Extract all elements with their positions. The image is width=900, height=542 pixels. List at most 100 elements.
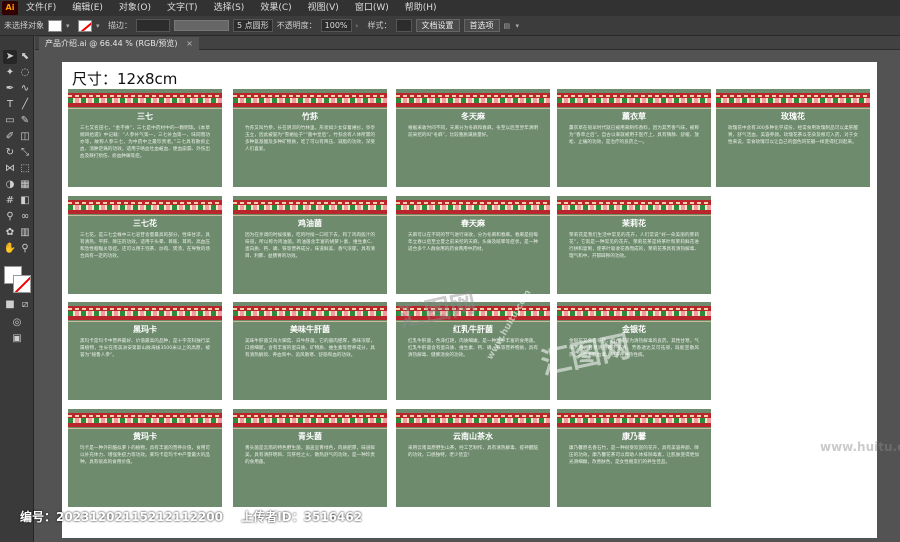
card-description: 薰衣草在很早时代就已被用来制作香料，因为其芳香气味，被称为“香草之后”。自古以来… (569, 126, 699, 145)
zoom-tool-icon[interactable]: ⚲ (18, 242, 32, 256)
image-footer: 编号：20231202115212112200 上传者ID：3516462 (20, 508, 376, 525)
menu-type[interactable]: 文字(T) (159, 0, 206, 16)
selection-tool-icon[interactable]: ➤ (3, 50, 17, 64)
decorative-border (557, 306, 711, 322)
menu-select[interactable]: 选择(S) (206, 0, 253, 16)
menu-help[interactable]: 帮助(H) (397, 0, 445, 16)
screen-mode-icon[interactable]: ▣ (10, 332, 24, 346)
card-description: 美味牛肝菌又叫大脚菇、白牛肝菌，它的菌肉肥厚，香味浓郁，口感细腻，含有丰富的蛋白… (245, 339, 375, 358)
symbol-sprayer-icon[interactable]: ✿ (3, 226, 17, 240)
product-card[interactable]: 康乃馨 康乃馨原名香石竹，是一种很受欢迎的花卉，具有美容养颜、降压的功效。康乃馨花… (557, 409, 711, 507)
document-tab-title: 产品介绍.ai @ 66.44 % (RGB/预览) (45, 39, 178, 48)
menu-file[interactable]: 文件(F) (18, 0, 64, 16)
chevron-right-icon[interactable]: › (356, 22, 364, 30)
color-mode-icon[interactable]: ■ (3, 298, 17, 312)
eraser-icon[interactable]: ◫ (18, 130, 32, 144)
width-tool-icon[interactable]: ⋈ (3, 162, 17, 176)
card-title: 黄玛卡 (133, 432, 157, 441)
line-tool-icon[interactable]: ╱ (18, 98, 32, 112)
type-tool-icon[interactable]: T (3, 98, 17, 112)
card-description: 青头菌是云南的特色野生菌，菌盖呈青绿色，肉质肥厚，味道鲜美，具有清肝明目、泻肝经… (245, 446, 375, 465)
chevron-down-icon[interactable]: ▾ (96, 22, 104, 30)
shape-builder-icon[interactable]: ◑ (3, 178, 17, 192)
blend-tool-icon[interactable]: ∞ (18, 210, 32, 224)
product-card[interactable]: 薰衣草薰衣草在很早时代就已被用来制作香料，因为其芳香气味，被称为“香草之后”。自… (557, 89, 711, 187)
pen-tool-icon[interactable]: ✒ (3, 82, 17, 96)
scale-tool-icon[interactable]: ⤡ (18, 146, 32, 160)
chevron-down-icon[interactable]: ▾ (516, 22, 524, 30)
product-card[interactable]: 三七花 三七花，是三七全株中三七皂苷含量最高的部分，性味甘凉，具有清热、平肝、降压… (68, 196, 222, 294)
arrange-icon[interactable]: ▤ (504, 22, 512, 30)
card-title: 冬天麻 (461, 112, 485, 121)
brush-definition-select[interactable]: 5 点圆形 (233, 19, 273, 32)
product-card[interactable]: 春天麻 天麻可以在不同的节气进行采收，分为冬麻和春麻。春麻是指每年立春以后至立夏之… (396, 196, 550, 294)
free-transform-icon[interactable]: ⬚ (18, 162, 32, 176)
card-title: 竹荪 (302, 112, 318, 121)
close-icon[interactable]: × (186, 39, 193, 48)
product-card[interactable]: 三七 三七又名田七，“金不换”，三七是中药材中的一颗明珠。《本草纲目拾遗》中记载：… (68, 89, 222, 187)
product-card[interactable]: 美味牛肝菌美味牛肝菌又叫大脚菇、白牛肝菌，它的菌肉肥厚，香味浓郁，口感细腻，含有… (233, 302, 387, 400)
product-card[interactable]: 茉莉花 茉莉花是我们生活中常见的花卉，人们常说“好一朵美丽的茉莉花”，它就是一种常… (557, 196, 711, 294)
paintbrush-icon[interactable]: ✎ (18, 114, 32, 128)
product-card[interactable]: 黄玛卡玛卡是一种外形酷似萝卜的植物，具有丰富的营养价值，食用可以补充体力、增强免… (68, 409, 222, 507)
draw-mode-icon[interactable]: ◎ (10, 316, 24, 330)
eyedropper-icon[interactable]: ⚲ (3, 210, 17, 224)
product-card[interactable]: 黑玛卡 黑玛卡是玛卡中营养最好、价值最高的品种，是十字花科独行菜属植物，生长在南美… (68, 302, 222, 400)
card-title: 薰衣草 (622, 112, 646, 121)
none-mode-icon[interactable]: ⧄ (18, 298, 32, 312)
product-card[interactable]: 冬天麻 根据采收时间不同，天麻分为冬麻和春麻，冬至以后至翌年清明前采挖的叫“冬麻”… (396, 89, 550, 187)
rectangle-tool-icon[interactable]: ▭ (3, 114, 17, 128)
shaper-tool-icon[interactable]: ✐ (3, 130, 17, 144)
illustrator-window: Ai 文件(F) 编辑(E) 对象(O) 文字(T) 选择(S) 效果(C) 视… (0, 0, 900, 542)
menu-window[interactable]: 窗口(W) (347, 0, 397, 16)
decorative-border (68, 93, 222, 109)
card-description: 康乃馨原名香石竹，是一种很受欢迎的花卉，具有美容养颜、降压的功效。康乃馨花茶可以… (569, 446, 699, 465)
menu-object[interactable]: 对象(O) (111, 0, 159, 16)
gradient-tool-icon[interactable]: ◧ (18, 194, 32, 208)
menu-effect[interactable]: 效果(C) (252, 0, 299, 16)
card-title: 红乳牛肝菌 (453, 325, 493, 334)
decorative-border (396, 413, 550, 429)
size-label: 尺寸：12x8cm (72, 70, 178, 88)
opacity-input[interactable]: 100% (320, 19, 352, 32)
product-card[interactable]: 云南山茶水 采用云南高原野生山茶，经工艺制作，具有清热解毒、提神醒脑的功效，口感独… (396, 409, 550, 507)
curvature-tool-icon[interactable]: ∿ (18, 82, 32, 96)
stroke-color-swatch[interactable] (78, 19, 92, 32)
decorative-border (557, 200, 711, 216)
hand-tool-icon[interactable]: ✋ (3, 242, 17, 256)
product-card[interactable]: 金银花 金银花又名忍冬花，自古被誉为清热解毒的良药。其性甘寒，气味芳香，甘寒清热而… (557, 302, 711, 400)
product-card[interactable]: 鸡油菌 因为在烹调的时候很脆，吃的时候一口咬下去，和了鸡肉般汁的味道，所以称为鸡油… (233, 196, 387, 294)
product-card[interactable]: 红乳牛肝菌 红乳牛肝菌，色泽红艳，肉质细嫩，是一种营养丰富的食用菌。红乳牛肝菌含有… (396, 302, 550, 400)
card-title: 春天麻 (461, 219, 485, 228)
graphic-style-picker[interactable] (395, 19, 412, 32)
rotate-tool-icon[interactable]: ↻ (3, 146, 17, 160)
chevron-down-icon[interactable]: ▾ (66, 22, 74, 30)
product-card[interactable]: 竹荪 竹荪又叫竹参，长在阴凉的竹林里。形状如少女穿着裙衫，亭亭玉立，因此被誉为“雪… (233, 89, 387, 187)
document-tab[interactable]: 产品介绍.ai @ 66.44 % (RGB/预览) × (39, 37, 199, 50)
preferences-button[interactable]: 首选项 (463, 19, 500, 32)
card-title: 青头菌 (298, 432, 322, 441)
lasso-icon[interactable]: ◌ (18, 66, 32, 80)
fill-color-swatch[interactable] (48, 19, 62, 32)
artboard[interactable]: 尺寸：12x8cm 三七 三七又名田七，“金不换”，三七是中药材中的一颗明珠。《本… (62, 62, 877, 538)
card-description: 玛卡是一种外形酷似萝卜的植物，具有丰富的营养价值，食用可以补充体力、增强免疫力等… (80, 446, 210, 465)
product-card[interactable]: 青头菌青头菌是云南的特色野生菌，菌盖呈青绿色，肉质肥厚，味道鲜美，具有清肝明目、… (233, 409, 387, 507)
stroke-weight-input[interactable] (136, 19, 170, 32)
variable-width-profile[interactable] (174, 20, 229, 31)
card-title: 美味牛肝菌 (290, 325, 330, 334)
decorative-border (557, 93, 711, 109)
mesh-tool-icon[interactable]: # (3, 194, 17, 208)
stroke-swatch[interactable] (13, 275, 31, 293)
decorative-border (233, 200, 387, 216)
decorative-border (396, 306, 550, 322)
menu-view[interactable]: 视图(V) (300, 0, 347, 16)
perspective-grid-icon[interactable]: ▦ (18, 178, 32, 192)
document-setup-button[interactable]: 文档设置 (415, 19, 460, 32)
menu-edit[interactable]: 编辑(E) (64, 0, 111, 16)
product-card[interactable]: 玫瑰花 玫瑰花中含有300多种化学成份，经常食用玫瑰制品可以柔肝醒胃，舒气活血，美… (716, 89, 870, 187)
decorative-border (716, 93, 870, 109)
graph-tool-icon[interactable]: ▥ (18, 226, 32, 240)
magic-wand-icon[interactable]: ✦ (3, 66, 17, 80)
card-title: 金银花 (622, 325, 646, 334)
direct-selection-tool-icon[interactable]: ⬉ (18, 50, 32, 64)
